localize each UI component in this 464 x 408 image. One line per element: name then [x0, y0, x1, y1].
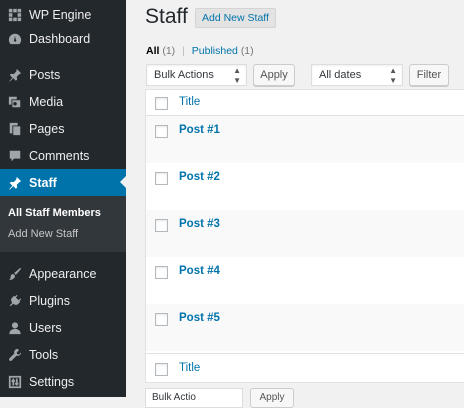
menu-item-label: Comments: [29, 149, 90, 163]
post-title-link[interactable]: Post #4: [179, 265, 220, 277]
bottom-apply-button[interactable]: Apply: [250, 388, 294, 408]
table-header-row: Title: [146, 90, 464, 116]
table-row: Post #4: [146, 257, 464, 304]
admin-sidebar: WP Engine Dashboard Posts Media Pages Co…: [0, 0, 126, 397]
view-published-count: (1): [240, 45, 254, 57]
menu-item-posts[interactable]: Posts: [0, 62, 126, 88]
table-row: Post #5: [146, 304, 464, 351]
select-arrows-icon: ▲ ▼: [389, 66, 397, 85]
view-all-link[interactable]: All: [146, 45, 159, 57]
pages-icon: [7, 121, 23, 137]
submenu-all-staff-members[interactable]: All Staff Members: [8, 207, 101, 219]
select-all-checkbox[interactable]: [155, 97, 168, 110]
status-views: All (1) | Published (1): [146, 45, 254, 57]
add-new-staff-button[interactable]: Add New Staff: [195, 8, 276, 28]
submenu-add-new-staff[interactable]: Add New Staff: [8, 228, 78, 240]
table-row: Post #1: [146, 116, 464, 163]
menu-item-settings[interactable]: Settings: [0, 369, 126, 395]
filter-button[interactable]: Filter: [409, 64, 449, 86]
column-title-footer[interactable]: Title: [179, 362, 200, 374]
menu-item-label: Plugins: [29, 294, 70, 308]
table-row: Post #3: [146, 210, 464, 257]
menu-item-pages[interactable]: Pages: [0, 116, 126, 142]
row-checkbox[interactable]: [155, 172, 168, 185]
staff-submenu: All Staff Members Add New Staff: [0, 196, 126, 252]
post-title-link[interactable]: Post #5: [179, 312, 220, 324]
user-icon: [7, 320, 23, 336]
column-title-header[interactable]: Title: [179, 96, 200, 108]
menu-item-label: Users: [29, 321, 62, 335]
menu-item-wp-engine[interactable]: WP Engine: [0, 2, 126, 28]
wrench-icon: [7, 347, 23, 363]
dates-filter-select[interactable]: All dates ▲ ▼: [311, 64, 403, 86]
table-row: Post #2: [146, 163, 464, 210]
menu-item-label: Media: [29, 95, 64, 109]
bottom-bulk-actions-select[interactable]: Bulk Actio: [145, 388, 243, 408]
pushpin-icon: [7, 67, 23, 83]
grid-icon: [7, 7, 23, 23]
row-checkbox[interactable]: [155, 313, 168, 326]
menu-item-tools[interactable]: Tools: [0, 342, 126, 368]
menu-item-label: Tools: [29, 348, 59, 362]
bulk-actions-select[interactable]: Bulk Actions ▲ ▼: [146, 64, 247, 86]
menu-item-label: Staff: [29, 175, 57, 190]
menu-item-label: Posts: [29, 68, 61, 82]
gauge-icon: [7, 31, 23, 47]
menu-item-label: WP Engine: [29, 8, 92, 22]
menu-item-staff[interactable]: Staff: [0, 169, 126, 196]
menu-item-comments[interactable]: Comments: [0, 143, 126, 169]
media-icon: [7, 94, 23, 110]
apply-button[interactable]: Apply: [253, 64, 295, 86]
row-checkbox[interactable]: [155, 266, 168, 279]
plug-icon: [7, 293, 23, 309]
row-checkbox[interactable]: [155, 125, 168, 138]
brush-icon: [7, 266, 23, 282]
view-all-count: (1): [162, 45, 176, 57]
post-title-link[interactable]: Post #1: [179, 124, 220, 136]
menu-item-dashboard[interactable]: Dashboard: [0, 26, 126, 52]
menu-item-plugins[interactable]: Plugins: [0, 288, 126, 314]
menu-item-label: Settings: [29, 375, 75, 389]
posts-table: Title Post #1 Post #2 Post #3 Post #4 Po…: [145, 89, 464, 383]
post-title-link[interactable]: Post #2: [179, 171, 220, 183]
main-content: Staff Add New Staff All (1) | Published …: [126, 0, 464, 408]
post-title-link[interactable]: Post #3: [179, 218, 220, 230]
menu-item-label: Appearance: [29, 267, 97, 281]
row-checkbox[interactable]: [155, 219, 168, 232]
comment-icon: [7, 148, 23, 164]
menu-item-media[interactable]: Media: [0, 89, 126, 115]
page-title: Staff: [145, 5, 188, 28]
select-all-footer-checkbox[interactable]: [155, 363, 168, 376]
dates-filter-value: All dates: [319, 69, 362, 81]
settings-icon: [7, 374, 23, 390]
menu-item-appearance[interactable]: Appearance: [0, 261, 126, 287]
menu-item-label: Pages: [29, 122, 65, 136]
select-arrows-icon: ▲ ▼: [233, 66, 241, 85]
view-separator: |: [182, 45, 185, 57]
pushpin-icon: [7, 175, 23, 191]
view-published-link[interactable]: Published: [192, 45, 238, 57]
table-footer-row: Title: [146, 353, 464, 382]
menu-item-label: Dashboard: [29, 32, 91, 46]
bulk-actions-value: Bulk Actions: [154, 69, 214, 81]
menu-item-users[interactable]: Users: [0, 315, 126, 341]
